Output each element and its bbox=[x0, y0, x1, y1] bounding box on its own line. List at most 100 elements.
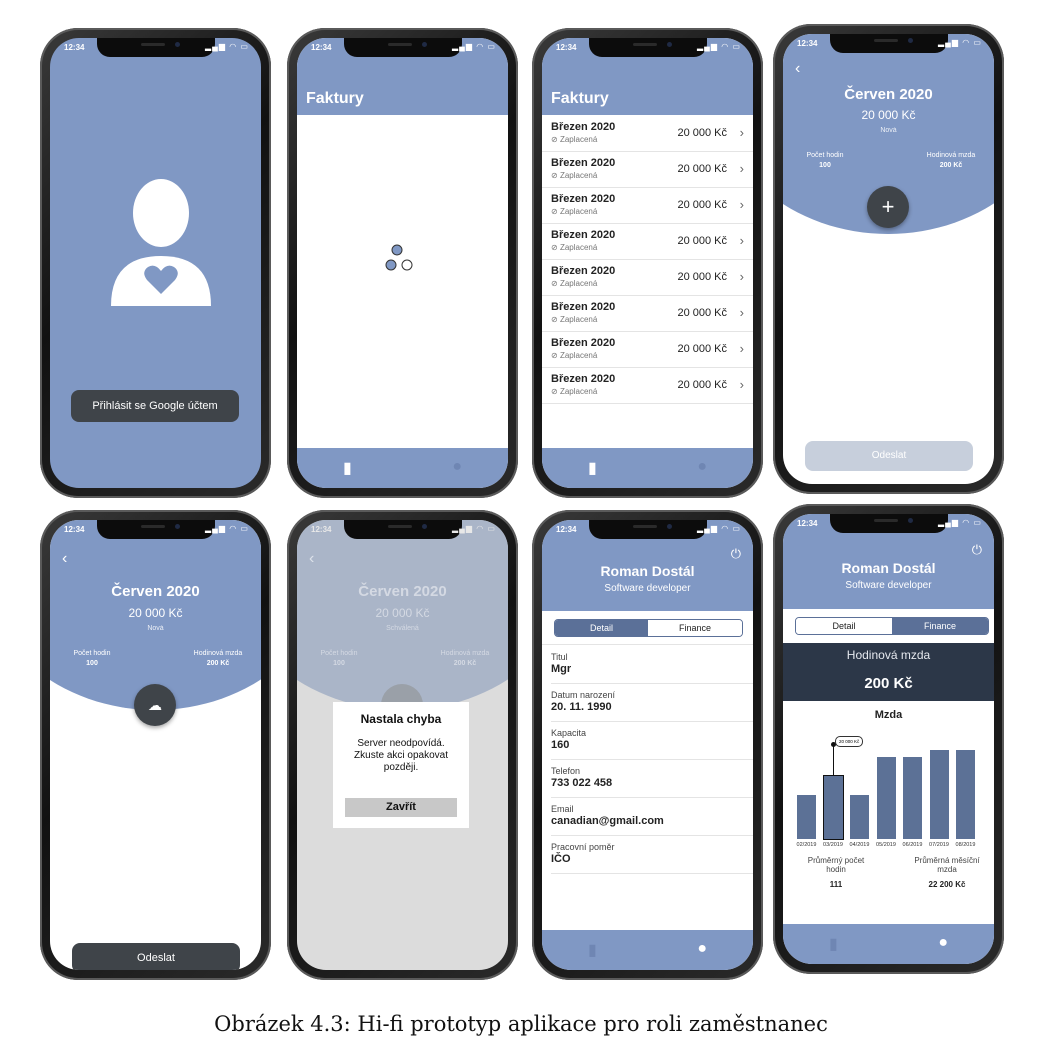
status-time: 12:34 bbox=[556, 43, 577, 52]
chart-bar[interactable] bbox=[956, 750, 975, 839]
chart-bar[interactable] bbox=[822, 774, 844, 840]
tab-bar: ▮ ● bbox=[783, 924, 994, 964]
chevron-right-icon: › bbox=[739, 269, 744, 284]
phone-invoice-upload: 12:34 ▂▄▆ ◠ ▭ ‹ Červen 2020 20 000 Kč Nov… bbox=[40, 510, 271, 980]
chart-bar[interactable] bbox=[929, 750, 949, 839]
tab-bar: ▮ ● bbox=[542, 448, 753, 488]
invoice-state: Nová bbox=[880, 127, 897, 134]
x-tick-label: 05/2019 bbox=[876, 842, 896, 848]
status-icons: ▂▄▆ ◠ ▭ bbox=[697, 524, 741, 533]
invoice-row[interactable]: Březen 2020 ⊘ Zaplacená 20 000 Kč › bbox=[542, 260, 753, 296]
invoice-month: Březen 2020 bbox=[551, 229, 616, 241]
tab-detail[interactable]: Detail bbox=[796, 618, 892, 634]
status-time: 12:34 bbox=[64, 525, 85, 534]
error-screen: 12:34 ▂▄▆ ◠ ▭ ‹ Červen 2020 20 000 Kč Sch… bbox=[297, 520, 508, 970]
power-icon[interactable]: ⏻ bbox=[731, 546, 741, 562]
invoice-status: ⊘ Zaplacená bbox=[551, 243, 598, 252]
phone-loading: 12:34 ▂▄▆ ◠ ▭ Faktury ▮ ● bbox=[287, 28, 518, 498]
hours-value: 100 bbox=[86, 660, 98, 667]
invoices-screen: 12:34 ▂▄▆ ◠ ▭ Faktury Březen 2020 ⊘ Zaplac… bbox=[542, 38, 753, 488]
x-tick-label: 04/2019 bbox=[849, 842, 870, 848]
chart-bar[interactable] bbox=[903, 756, 922, 839]
document-icon[interactable]: ▮ bbox=[588, 940, 597, 960]
send-button[interactable]: Odeslat bbox=[72, 943, 240, 970]
chart-bar[interactable] bbox=[850, 794, 869, 839]
invoice-row[interactable]: Březen 2020 ⊘ Zaplacená 20 000 Kč › bbox=[542, 332, 753, 368]
chevron-right-icon: › bbox=[739, 305, 744, 320]
document-icon[interactable]: ▮ bbox=[829, 934, 838, 954]
field-label: Datum narození bbox=[551, 690, 616, 700]
chevron-right-icon: › bbox=[739, 233, 744, 248]
annotation-label: 20 000 Kč bbox=[835, 735, 864, 747]
user-icon[interactable]: ● bbox=[452, 458, 462, 476]
loading-spinner-icon bbox=[381, 243, 421, 277]
document-icon[interactable]: ▮ bbox=[588, 458, 597, 478]
user-icon[interactable]: ● bbox=[697, 458, 707, 476]
field-value: IČO bbox=[551, 853, 571, 865]
profile-field: Kapacita 160 bbox=[551, 721, 753, 760]
user-icon[interactable]: ● bbox=[938, 934, 948, 952]
invoice-row[interactable]: Březen 2020 ⊘ Zaplacená 20 000 Kč › bbox=[542, 188, 753, 224]
invoice-amount: 20 000 Kč bbox=[677, 307, 727, 319]
status-time: 12:34 bbox=[556, 525, 577, 534]
status-time: 12:34 bbox=[797, 519, 818, 528]
field-value: canadian@gmail.com bbox=[551, 815, 664, 827]
field-value: Mgr bbox=[551, 663, 572, 675]
invoice-row[interactable]: Březen 2020 ⊘ Zaplacená 20 000 Kč › bbox=[542, 296, 753, 332]
upload-cloud-button[interactable]: ☁ bbox=[134, 684, 176, 726]
phone-profile: 12:34 ▂▄▆ ◠ ▭ ⏻ Roman Dostál Software dev… bbox=[532, 510, 763, 980]
close-button[interactable]: Zavřít bbox=[345, 798, 457, 817]
chart-bar[interactable] bbox=[797, 794, 816, 839]
wage-chart: 02/2019 20 000 Kč 03/2019 04/2019 05/2019 06/… bbox=[783, 724, 994, 849]
invoice-month: Březen 2020 bbox=[551, 373, 616, 385]
google-login-button[interactable]: Přihlásit se Google účtem bbox=[71, 390, 239, 422]
status-time: 12:34 bbox=[311, 525, 332, 534]
back-chevron-icon[interactable]: ‹ bbox=[62, 550, 67, 568]
invoice-row[interactable]: Březen 2020 ⊘ Zaplacená 20 000 Kč › bbox=[542, 224, 753, 260]
document-icon[interactable]: ▮ bbox=[343, 458, 352, 478]
field-label: Pracovní poměr bbox=[551, 842, 615, 852]
invoice-month: Březen 2020 bbox=[551, 121, 616, 133]
profile-role: Software developer bbox=[604, 583, 691, 594]
invoice-amount: 20 000 Kč bbox=[677, 271, 727, 283]
user-icon[interactable]: ● bbox=[697, 940, 707, 958]
power-icon[interactable]: ⏻ bbox=[972, 542, 982, 558]
status-bar: 12:34 ▂▄▆ ◠ ▭ bbox=[797, 38, 982, 52]
chevron-right-icon: › bbox=[739, 377, 744, 392]
avg-hours-value: 111 bbox=[829, 880, 843, 889]
tab-detail[interactable]: Detail bbox=[555, 620, 648, 636]
rate-label: Hodinová mzda bbox=[926, 152, 976, 159]
x-tick-label: 07/2019 bbox=[929, 842, 949, 848]
field-label: Titul bbox=[551, 652, 568, 662]
rate-label: Hodinová mzda bbox=[846, 648, 931, 662]
status-bar: 12:34 ▂▄▆ ◠ ▭ bbox=[64, 42, 249, 56]
add-file-button[interactable]: + bbox=[867, 186, 909, 228]
tab-finance[interactable]: Finance bbox=[892, 618, 988, 634]
error-dialog: Nastala chyba Server neodpovídá. Zkuste … bbox=[333, 702, 469, 828]
invoice-row[interactable]: Březen 2020 ⊘ Zaplacená 20 000 Kč › bbox=[542, 152, 753, 188]
phone-invoices: 12:34 ▂▄▆ ◠ ▭ Faktury Březen 2020 ⊘ Zaplac… bbox=[532, 28, 763, 498]
avg-wage-value: 22 200 Kč bbox=[928, 880, 966, 889]
field-value: 733 022 458 bbox=[551, 777, 613, 789]
status-time: 12:34 bbox=[797, 39, 818, 48]
rate-label: Hodinová mzda bbox=[193, 650, 243, 657]
segmented-control: Detail Finance bbox=[795, 617, 989, 635]
tab-finance[interactable]: Finance bbox=[648, 620, 742, 636]
status-bar: 12:34 ▂▄▆ ◠ ▭ bbox=[556, 42, 741, 56]
field-value: 20. 11. 1990 bbox=[551, 701, 612, 713]
status-time: 12:34 bbox=[64, 43, 85, 52]
invoice-upload-screen: 12:34 ▂▄▆ ◠ ▭ ‹ Červen 2020 20 000 Kč Nov… bbox=[50, 520, 261, 970]
profile-role: Software developer bbox=[845, 580, 932, 591]
chart-bar[interactable] bbox=[876, 756, 896, 839]
invoice-row[interactable]: Březen 2020 ⊘ Zaplacená 20 000 Kč › bbox=[542, 116, 753, 152]
error-message: Server neodpovídá. Zkuste akci opakovat … bbox=[354, 738, 448, 773]
invoice-month: Březen 2020 bbox=[551, 157, 616, 169]
send-button[interactable]: Odeslat bbox=[805, 441, 973, 471]
invoice-month: Březen 2020 bbox=[551, 193, 616, 205]
profile-field: Telefon 733 022 458 bbox=[551, 759, 753, 798]
back-chevron-icon[interactable]: ‹ bbox=[795, 60, 800, 78]
profile-field: Pracovní poměr IČO bbox=[551, 835, 753, 874]
avg-hours-label: Průměrný počet hodin bbox=[807, 856, 865, 874]
invoice-status: ⊘ Zaplacená bbox=[551, 171, 598, 180]
invoice-row[interactable]: Březen 2020 ⊘ Zaplacená 20 000 Kč › bbox=[542, 368, 753, 404]
